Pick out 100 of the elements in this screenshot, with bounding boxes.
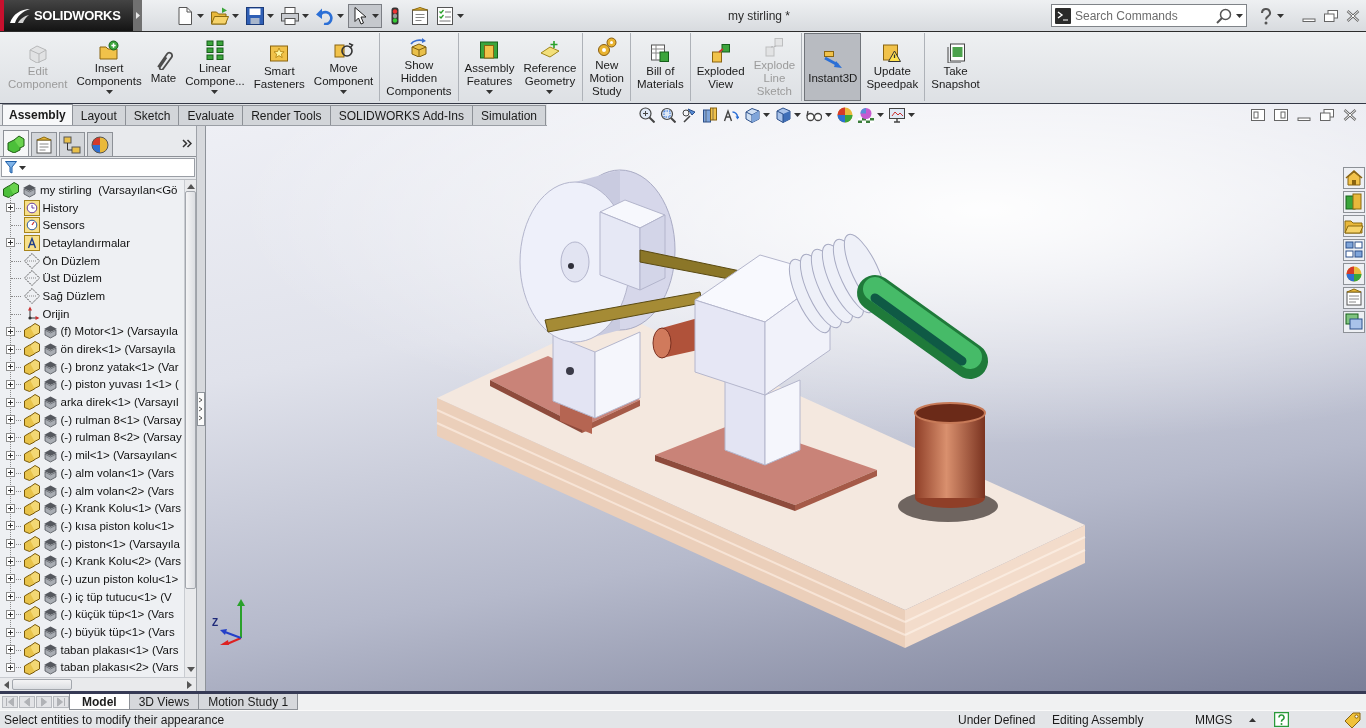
caret-icon[interactable] [1277, 13, 1284, 18]
command-tab[interactable]: Assembly [2, 104, 73, 125]
previous-view-icon[interactable] [681, 107, 698, 123]
unit-system[interactable]: MMGS [1195, 712, 1249, 727]
tree-item[interactable]: (-) uzun piston kolu<1> [60, 572, 179, 585]
linear-pattern-button[interactable]: Linear Compone... [181, 33, 249, 101]
tree-item[interactable]: taban plakası<1> (Vars [60, 643, 179, 656]
reference-geometry-button[interactable]: Reference Geometry [519, 33, 581, 101]
tree-item[interactable]: Orijin [42, 307, 70, 320]
panel-tab[interactable] [3, 130, 29, 156]
expand-box-icon[interactable] [5, 344, 15, 354]
caret-icon[interactable] [485, 90, 493, 94]
expand-box-icon[interactable] [5, 486, 15, 496]
close-icon[interactable] [1346, 9, 1360, 22]
move-component-button[interactable]: Move Component [309, 33, 378, 101]
view-palette-icon[interactable] [1343, 239, 1365, 261]
color-ball-icon[interactable] [837, 107, 854, 123]
caret-icon[interactable] [105, 90, 113, 94]
command-tab[interactable]: Render Tools [242, 105, 331, 125]
tree-item[interactable]: (-) piston yuvası 1<1> ( [60, 378, 179, 391]
double-chevron-icon[interactable] [182, 138, 192, 148]
exploded-view-button[interactable]: Exploded View [692, 33, 749, 101]
panel-tab[interactable] [59, 132, 85, 156]
scroll-down-arrow-icon[interactable] [186, 667, 195, 672]
tag-icon[interactable] [1344, 711, 1362, 728]
expand-box-icon[interactable] [5, 539, 15, 549]
tree-item[interactable]: ön direk<1> (Varsayıla [60, 343, 176, 356]
command-tab[interactable]: Layout [71, 105, 126, 125]
tree-item[interactable]: (-) bronz yatak<1> (Var [60, 360, 179, 373]
quick-access-button[interactable] [348, 3, 382, 28]
search-icon[interactable] [1216, 7, 1232, 24]
expand-box-icon[interactable] [5, 645, 15, 655]
caret-icon[interactable] [19, 165, 26, 170]
tree-item[interactable]: Sensors [42, 219, 85, 232]
expand-box-icon[interactable] [5, 238, 15, 248]
caret-icon[interactable] [763, 113, 771, 117]
view-tab[interactable]: Model [69, 694, 130, 710]
caret-icon[interactable] [457, 13, 464, 18]
caret-icon[interactable] [197, 13, 204, 18]
expand-box-icon[interactable] [5, 574, 15, 584]
tree-item[interactable]: (-) rulman 8<1> (Varsay [60, 413, 182, 426]
view-cube-icon[interactable] [744, 107, 761, 123]
caret-icon[interactable] [337, 13, 344, 18]
expand-box-icon[interactable] [5, 592, 15, 602]
library-icon[interactable] [1343, 191, 1365, 213]
tree-item[interactable]: (-) rulman 8<2> (Varsay [60, 431, 182, 444]
caret-icon[interactable] [1236, 13, 1243, 18]
expand-box-icon[interactable] [5, 326, 15, 336]
expand-box-icon[interactable] [5, 556, 15, 566]
layered-sheets-icon[interactable] [1343, 311, 1365, 333]
caret-icon[interactable] [794, 113, 802, 117]
tree-item[interactable]: taban plakası<2> (Vars [60, 661, 179, 674]
caret-icon[interactable] [340, 90, 348, 94]
caret-icon[interactable] [546, 90, 554, 94]
caret-icon[interactable] [211, 90, 219, 94]
zoom-to-area-icon[interactable] [660, 107, 677, 123]
expand-box-icon[interactable] [5, 379, 15, 389]
tree-item[interactable]: my stirling (Varsayılan<Gö [40, 183, 178, 196]
tree-item[interactable]: (-) mil<1> (Varsayılan< [60, 449, 177, 462]
horizontal-scrollbar[interactable] [0, 677, 196, 691]
tree-item[interactable]: Ön Düzlem [42, 254, 101, 267]
search-field[interactable]: Search Commands [1075, 6, 1212, 25]
vertical-scrollbar[interactable] [184, 180, 196, 677]
caret-up-icon[interactable] [1249, 717, 1256, 722]
instant3d-button[interactable]: Instant3D [804, 33, 862, 101]
expand-box-icon[interactable] [5, 468, 15, 478]
expand-box-icon[interactable] [5, 662, 15, 672]
property-sheet-icon[interactable] [1343, 287, 1365, 309]
view-tab[interactable]: 3D Views [128, 694, 200, 710]
expand-box-icon[interactable] [5, 450, 15, 460]
command-tab[interactable]: SOLIDWORKS Add-Ins [329, 105, 473, 125]
scroll-right-arrow-icon[interactable] [187, 680, 192, 689]
scrollbar-thumb[interactable] [12, 679, 72, 690]
filter-field[interactable] [1, 158, 195, 177]
expand-box-icon[interactable] [5, 362, 15, 372]
zoom-to-fit-icon[interactable] [639, 107, 656, 123]
caret-icon[interactable] [232, 13, 239, 18]
snapshot-button[interactable]: Take Snapshot [927, 33, 984, 101]
folder-icon[interactable] [1343, 215, 1365, 237]
home-icon[interactable] [1343, 167, 1365, 189]
restore-icon[interactable] [1324, 9, 1338, 22]
tree-item[interactable]: (-) Krank Kolu<2> (Vars [60, 555, 182, 568]
expand-box-icon[interactable] [5, 432, 15, 442]
tree-item[interactable]: (-) küçük tüp<1> (Vars [60, 608, 175, 621]
close-icon[interactable] [1343, 109, 1357, 121]
appearance-ball-icon[interactable] [1343, 263, 1365, 285]
expand-box-icon[interactable] [5, 503, 15, 513]
caret-icon[interactable] [825, 113, 833, 117]
split-left-icon[interactable] [1251, 109, 1265, 121]
help-icon[interactable] [1274, 712, 1289, 727]
command-tab[interactable]: Simulation [472, 105, 547, 125]
command-tab[interactable]: Sketch [124, 105, 180, 125]
smart-fasteners-button[interactable]: Smart Fasteners [249, 33, 309, 101]
annotation-view-icon[interactable] [723, 107, 740, 123]
expand-box-icon[interactable] [5, 397, 15, 407]
scroll-left-arrow-icon[interactable] [4, 680, 9, 689]
bill-of-materials-button[interactable]: Bill of Materials [633, 33, 688, 101]
panel-tab[interactable] [31, 132, 57, 156]
tree-item[interactable]: Üst Düzlem [42, 272, 102, 285]
caret-icon[interactable] [302, 13, 309, 18]
